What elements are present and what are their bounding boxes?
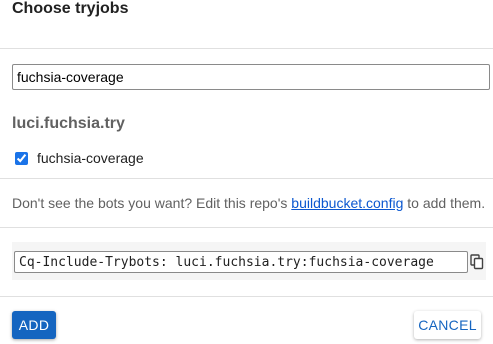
divider [0,227,493,228]
divider [0,296,493,297]
choose-tryjobs-dialog: Choose tryjobs luci.fuchsia.try fuchsia-… [0,0,493,344]
help-note: Don't see the bots you want? Edit this r… [12,195,485,211]
divider [0,178,493,179]
add-button[interactable]: ADD [12,311,56,339]
bot-filter-input[interactable] [12,64,490,90]
dialog-title: Choose tryjobs [12,0,129,17]
buildbucket-config-link[interactable]: buildbucket.config [291,195,403,211]
cancel-button[interactable]: CANCEL [414,311,481,339]
bot-checkbox-row[interactable]: fuchsia-coverage [15,150,144,166]
help-note-prefix: Don't see the bots you want? Edit this r… [12,195,292,211]
divider [0,48,493,49]
copy-icon[interactable] [470,254,484,270]
bot-checkbox[interactable] [15,151,28,165]
bot-label: fuchsia-coverage [37,150,144,166]
footer-line-panel [12,242,486,280]
help-note-suffix: to add them. [403,195,486,211]
bucket-heading: luci.fuchsia.try [12,115,125,132]
footer-line-input[interactable] [14,251,468,273]
